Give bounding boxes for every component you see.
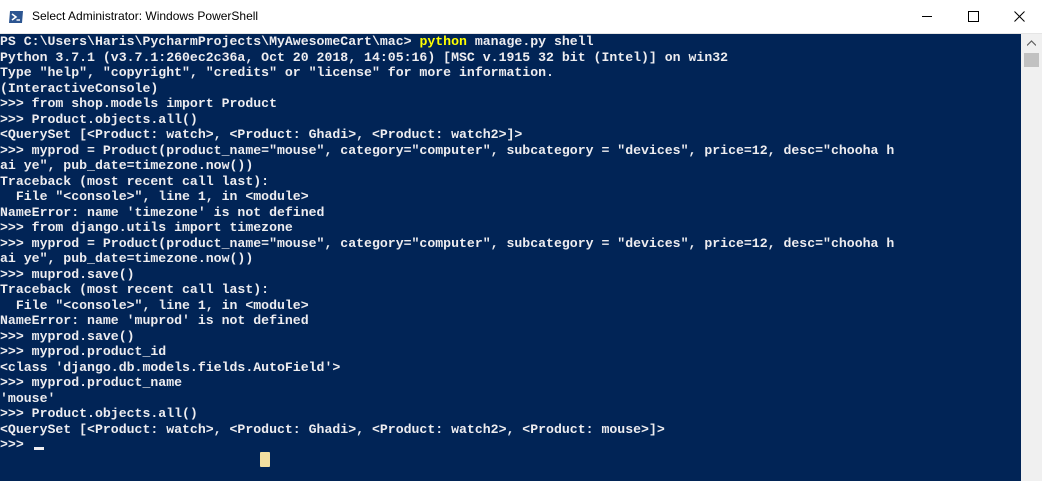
console-line: >>> myprod.product_name [0, 375, 183, 390]
scroll-up-button[interactable] [1021, 34, 1042, 51]
console-line: ai ye", pub_date=timezone.now()) [0, 251, 254, 266]
console-line: >>> Product.objects.all() [0, 406, 198, 421]
console-line: <QuerySet [<Product: watch>, <Product: G… [0, 421, 665, 437]
console-line: NameError: name 'timezone' is not define… [0, 204, 325, 220]
minimize-icon [921, 16, 932, 17]
scroll-up-arrow-icon [1027, 39, 1036, 46]
powershell-app-icon[interactable] [8, 9, 24, 25]
console-line: ai ye", pub_date=timezone.now()) [0, 158, 254, 173]
command-args: manage.py shell [466, 34, 594, 49]
console-line: >>> Product.objects.all() [0, 111, 198, 127]
console-line: >>> myprod = Product(product_name="mouse… [0, 235, 895, 251]
command-python: python [419, 34, 467, 49]
console-line: <class 'django.db.models.fields.AutoFiel… [0, 359, 341, 375]
mouse-ibeam-cursor [260, 452, 270, 467]
powershell-window: Select Administrator: Windows PowerShell… [0, 0, 1042, 481]
console-output-area[interactable]: PS C:\Users\Haris\PycharmProjects\MyAwes… [0, 34, 1021, 481]
console-line: >>> from shop.models import Product [0, 96, 277, 111]
console-line-prompt: PS C:\Users\Haris\PycharmProjects\MyAwes… [0, 34, 894, 50]
console-input-line[interactable]: >>> [0, 437, 894, 453]
console-line: File "<console>", line 1, in <module> [0, 297, 309, 313]
vertical-scrollbar[interactable] [1021, 34, 1042, 481]
console-line: 'mouse' [0, 390, 56, 406]
console-lines: PS C:\Users\Haris\PycharmProjects\MyAwes… [0, 34, 894, 453]
ps-prompt: PS C:\Users\Haris\PycharmProjects\MyAwes… [0, 34, 420, 49]
text-cursor [33, 447, 44, 450]
maximize-button[interactable] [950, 0, 996, 33]
console-line: >>> from django.utils import timezone [0, 220, 293, 235]
console-line: (InteractiveConsole) [0, 80, 159, 96]
console-line: >>> myprod.product_id [0, 344, 167, 359]
console-line: Traceback (most recent call last): [0, 173, 270, 189]
console-line: >>> myprod.save() [0, 328, 135, 344]
console-line: >>> myprod = Product(product_name="mouse… [0, 142, 895, 158]
close-icon [1013, 11, 1025, 22]
python-prompt: >>> [0, 437, 32, 452]
console-line: File "<console>", line 1, in <module> [0, 189, 309, 204]
title-bar[interactable]: Select Administrator: Windows PowerShell [0, 0, 1042, 34]
console-line: Traceback (most recent call last): [0, 282, 270, 297]
console-line: >>> muprod.save() [0, 266, 135, 282]
console-line: Type "help", "copyright", "credits" or "… [0, 65, 554, 80]
window-title: Select Administrator: Windows PowerShell [32, 9, 259, 23]
console-line: Python 3.7.1 (v3.7.1:260ec2c36a, Oct 20 … [0, 49, 729, 65]
maximize-icon [967, 11, 979, 22]
console-line: <QuerySet [<Product: watch>, <Product: G… [0, 127, 523, 142]
scrollbar-thumb[interactable] [1024, 53, 1039, 67]
close-button[interactable] [996, 0, 1042, 33]
console-line: NameError: name 'muprod' is not defined [0, 313, 309, 328]
minimize-button[interactable] [904, 0, 950, 33]
